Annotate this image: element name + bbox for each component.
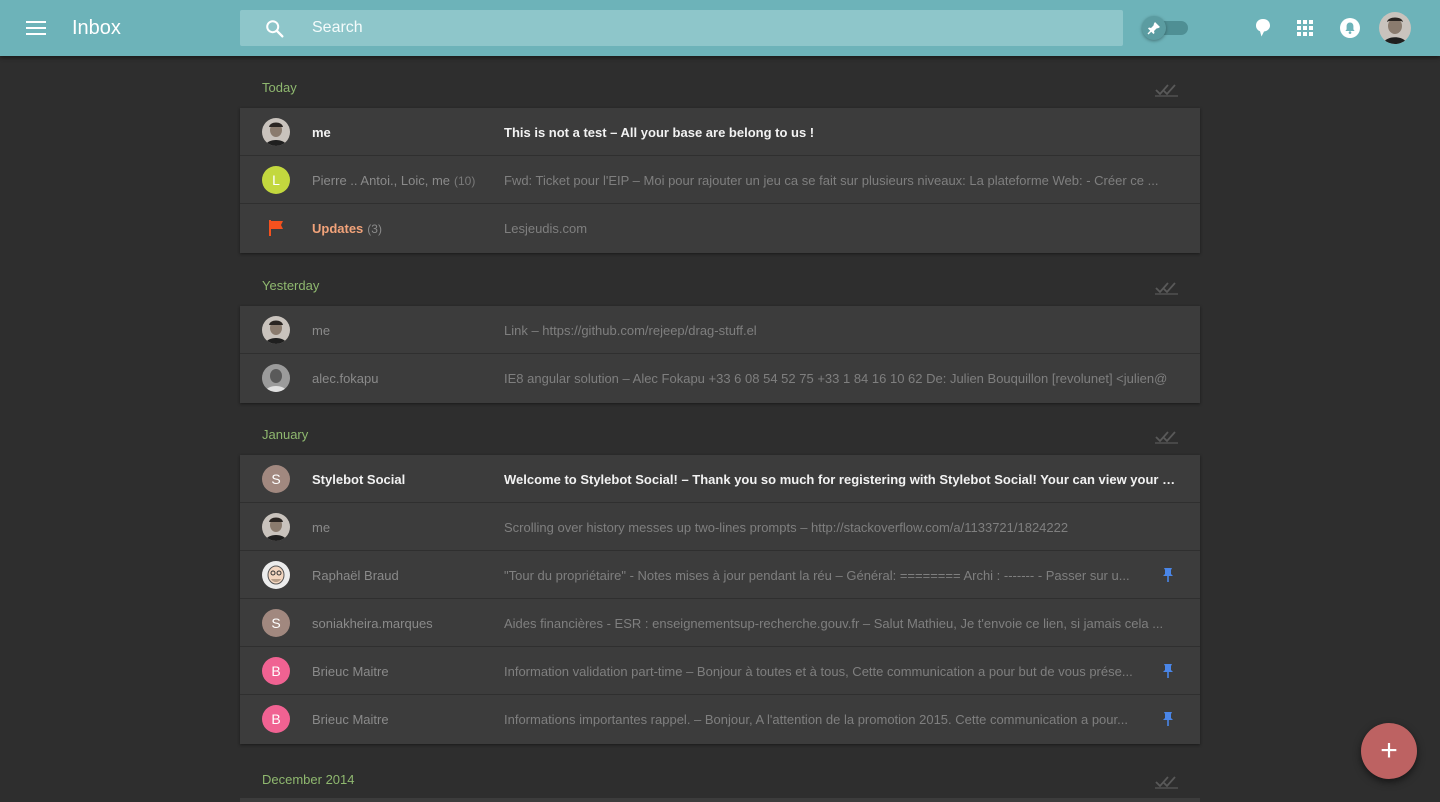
app-title: Inbox [72,17,121,39]
section-header-december-2014: December 2014 [240,750,1200,800]
avatar [262,513,290,541]
list-item[interactable]: Raphaël Braud "Tour du propriétaire" - N… [240,551,1200,599]
sender-name: me [312,520,331,535]
message-subject: Aides financières - ESR : enseignementsu… [504,616,1164,631]
list-item[interactable]: L Pierre .. Antoi., Loic, me (10) Fwd: Ti… [240,156,1200,204]
sender-name: Updates (3) [312,221,382,236]
section-label: December 2014 [262,772,355,787]
pinned-filter-toggle[interactable] [1142,16,1192,40]
message-subject: "Tour du propriétaire" - Notes mises à j… [504,568,1130,583]
pinned-icon[interactable] [1160,663,1176,679]
message-subject: Link – https://github.com/rejeep/drag-st… [504,323,757,338]
message-subject: Fwd: Ticket pour l'EIP – Moi pour rajout… [504,173,1159,188]
sender-name: me [312,125,331,140]
sender-names: Pierre .. Antoi., Loic, me [312,173,451,188]
search-input[interactable] [312,10,1092,46]
top-app-bar: Inbox [0,0,1440,56]
sweep-done-icon[interactable] [1154,427,1180,445]
bundle-label: Updates [312,221,364,236]
toggle-knob [1142,16,1166,40]
thread-count: (10) [454,174,476,188]
compose-button[interactable]: + [1361,723,1417,779]
message-list-today: me This is not a test – All your base ar… [240,108,1200,253]
main-menu-button[interactable] [22,16,50,40]
message-subject: Informations importantes rappel. – Bonjo… [504,712,1128,727]
hamburger-menu-icon [26,21,46,35]
list-item[interactable]: me This is not a test – All your base ar… [240,108,1200,156]
section-header-today: Today [240,58,1200,108]
search-bar[interactable] [240,10,1123,46]
avatar: B [262,705,290,733]
list-item[interactable]: B Brieuc Maitre Informations importantes… [240,695,1200,744]
list-item[interactable]: S Stylebot Social Welcome to Stylebot So… [240,455,1200,503]
avatar [262,561,290,589]
chat-bubble-icon[interactable] [1251,16,1275,40]
sweep-done-icon[interactable] [1154,772,1180,790]
sweep-done-icon[interactable] [1154,278,1180,296]
pin-icon [1147,22,1160,35]
message-subject: IE8 angular solution – Alec Fokapu +33 6… [504,371,1168,386]
message-list-december-2014 [240,798,1200,802]
sender-name: Brieuc Maitre [312,712,389,727]
section-header-january: January [240,405,1200,455]
user-photo-icon [1379,12,1411,44]
message-list-yesterday: me Link – https://github.com/rejeep/drag… [240,306,1200,403]
message-subject: Information validation part-time – Bonjo… [504,664,1133,679]
avatar [262,118,290,146]
sweep-done-icon[interactable] [1154,80,1180,98]
list-item[interactable]: S soniakheira.marques Aides financières … [240,599,1200,647]
section-label: January [262,427,309,442]
apps-grid-icon[interactable] [1293,16,1317,40]
user-photo-icon [262,316,290,344]
user-photo-icon [262,364,290,392]
section-label: Today [262,80,297,95]
avatar: L [262,166,290,194]
pinned-icon[interactable] [1160,567,1176,583]
message-subject: Welcome to Stylebot Social! – Thank you … [504,472,1180,487]
avatar [262,316,290,344]
plus-icon: + [1380,734,1398,767]
avatar: S [262,609,290,637]
section-header-yesterday: Yesterday [240,256,1200,306]
message-list-january: S Stylebot Social Welcome to Stylebot So… [240,455,1200,744]
sender-name: soniakheira.marques [312,616,433,631]
list-item[interactable]: alec.fokapu IE8 angular solution – Alec … [240,354,1200,403]
avatar: B [262,657,290,685]
section-label: Yesterday [262,278,320,293]
user-photo-icon [262,513,290,541]
bundle-updates[interactable]: Updates (3) Lesjeudis.com [240,204,1200,253]
list-item[interactable]: B Brieuc Maitre Information validation p… [240,647,1200,695]
sender-name: Brieuc Maitre [312,664,389,679]
notifications-icon[interactable] [1338,16,1362,40]
pinned-icon[interactable] [1160,711,1176,727]
flag-icon [269,220,283,236]
avatar [262,364,290,392]
sender-name: alec.fokapu [312,371,379,386]
avatar: S [262,465,290,493]
message-subject: This is not a test – All your base are b… [504,125,815,140]
bundle-count: (3) [367,222,382,236]
sender-name: Pierre .. Antoi., Loic, me (10) [312,173,475,188]
message-subject: Scrolling over history messes up two-lin… [504,520,1069,535]
user-cartoon-icon [262,561,290,589]
message-subject: Lesjeudis.com [504,221,588,236]
sender-name: me [312,323,331,338]
list-item[interactable]: me Scrolling over history messes up two-… [240,503,1200,551]
search-icon[interactable] [264,18,286,40]
account-avatar[interactable] [1379,12,1411,44]
sender-name: Raphaël Braud [312,568,399,583]
sender-name: Stylebot Social [312,472,406,487]
user-photo-icon [262,118,290,146]
list-item[interactable]: me Link – https://github.com/rejeep/drag… [240,306,1200,354]
